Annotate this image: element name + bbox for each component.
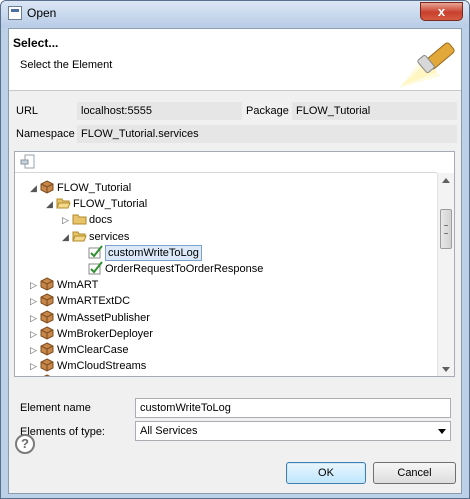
- url-field: localhost:5555: [77, 102, 242, 120]
- tree-item[interactable]: OrderRequestToOrderResponse: [78, 261, 415, 277]
- tree-item-label: services: [89, 230, 130, 243]
- tree-item[interactable]: ◢ FLOW_Tutorial: [30, 180, 415, 196]
- tree-item[interactable]: ▷ docs: [62, 212, 415, 228]
- tree-item-label: WmCloudStreamsAnalytics: [57, 374, 190, 376]
- title-bar[interactable]: Open x: [1, 1, 469, 27]
- header-subtitle: Select the Element: [20, 59, 113, 71]
- tree-item-label: WmBrokerDeployer: [57, 327, 153, 340]
- help-icon[interactable]: ?: [15, 434, 35, 454]
- tree-expanded-icon[interactable]: ◢: [30, 180, 39, 196]
- tree-collapsed-icon[interactable]: ▷: [30, 326, 39, 342]
- elements-of-type-select[interactable]: All Services: [135, 421, 451, 441]
- elements-of-type-label: Elements of type:: [20, 426, 105, 438]
- tree-item[interactable]: ◢ services: [62, 229, 415, 245]
- tree-collapsed-icon[interactable]: ▷: [30, 310, 39, 326]
- tree-collapsed-icon[interactable]: ▷: [30, 342, 39, 358]
- scroll-thumb[interactable]: [440, 209, 452, 249]
- tree-item[interactable]: ▷ WmART: [30, 277, 415, 293]
- open-dialog: Open x Select... Select the Element URL …: [0, 0, 470, 499]
- tree-item[interactable]: ◢ FLOW_Tutorial: [46, 196, 415, 212]
- tree-item-label: WmCloudStreams: [57, 360, 147, 373]
- tree-collapsed-icon[interactable]: ▷: [30, 293, 39, 309]
- element-name-label: Element name: [20, 402, 91, 414]
- tree-item-label: WmClearCase: [57, 344, 129, 356]
- namespace-field: FLOW_Tutorial.services: [77, 125, 457, 143]
- dialog-body: Select... Select the Element URL localho…: [8, 28, 462, 494]
- tree-item-label: docs: [89, 214, 113, 227]
- tree-item[interactable]: ▷ WmAssetPublisher: [30, 310, 415, 326]
- dialog-header: Select... Select the Element: [9, 29, 461, 91]
- tree-expanded-icon[interactable]: ◢: [46, 196, 55, 212]
- tree-collapsed-icon[interactable]: ▷: [30, 277, 39, 293]
- tree-toolbar-divider: [15, 172, 437, 173]
- package-field: FLOW_Tutorial: [292, 102, 457, 120]
- chevron-down-icon[interactable]: [438, 429, 446, 434]
- tree-item[interactable]: ▷ WmCloudStreamsAnalytics: [30, 374, 415, 376]
- tree-item-label: OrderRequestToOrderResponse: [105, 263, 264, 275]
- tree-item[interactable]: ▷ WmClearCase: [30, 342, 415, 358]
- ok-button[interactable]: OK: [286, 462, 366, 484]
- tree-item-label: FLOW_Tutorial: [73, 198, 148, 211]
- elements-of-type-value: All Services: [140, 425, 198, 437]
- tree-item-label: WmART: [57, 279, 99, 292]
- namespace-label: Namespace: [16, 128, 75, 140]
- flashlight-icon: [399, 42, 455, 88]
- package-label: Package: [246, 105, 289, 117]
- tree-item-label: customWriteToLog: [105, 244, 202, 261]
- cancel-button[interactable]: Cancel: [373, 462, 456, 484]
- scroll-up-arrow-icon[interactable]: [442, 178, 450, 183]
- tree-item-label: FLOW_Tutorial: [57, 182, 132, 194]
- window-app-icon: [8, 6, 22, 20]
- element-tree[interactable]: ◢ FLOW_Tutorial ◢ FLOW_Tutorial ▷ docs ◢ servic…: [14, 151, 455, 377]
- tree-expanded-icon[interactable]: ◢: [62, 229, 71, 245]
- collapse-all-icon[interactable]: [20, 154, 36, 170]
- window-title: Open: [27, 6, 57, 20]
- tree-item[interactable]: ▷ WmCloudStreams: [30, 358, 415, 374]
- close-button[interactable]: x: [420, 2, 463, 21]
- tree-collapsed-icon[interactable]: ▷: [30, 374, 39, 376]
- tree-collapsed-icon[interactable]: ▷: [62, 212, 71, 228]
- tree-item-label: WmARTExtDC: [57, 295, 131, 308]
- tree-item[interactable]: ▷ WmARTExtDC: [30, 293, 415, 309]
- tree-item[interactable]: ▷ WmBrokerDeployer: [30, 326, 415, 342]
- tree-item-label: WmAssetPublisher: [57, 311, 150, 324]
- scroll-down-arrow-icon[interactable]: [442, 367, 450, 372]
- tree-item[interactable]: customWriteToLog: [78, 244, 415, 261]
- tree-collapsed-icon[interactable]: ▷: [30, 358, 39, 374]
- tree-vertical-scrollbar[interactable]: [437, 173, 454, 376]
- url-label: URL: [16, 105, 39, 117]
- package-icon: [40, 374, 54, 376]
- element-name-input[interactable]: customWriteToLog: [135, 398, 451, 418]
- header-title: Select...: [13, 36, 59, 50]
